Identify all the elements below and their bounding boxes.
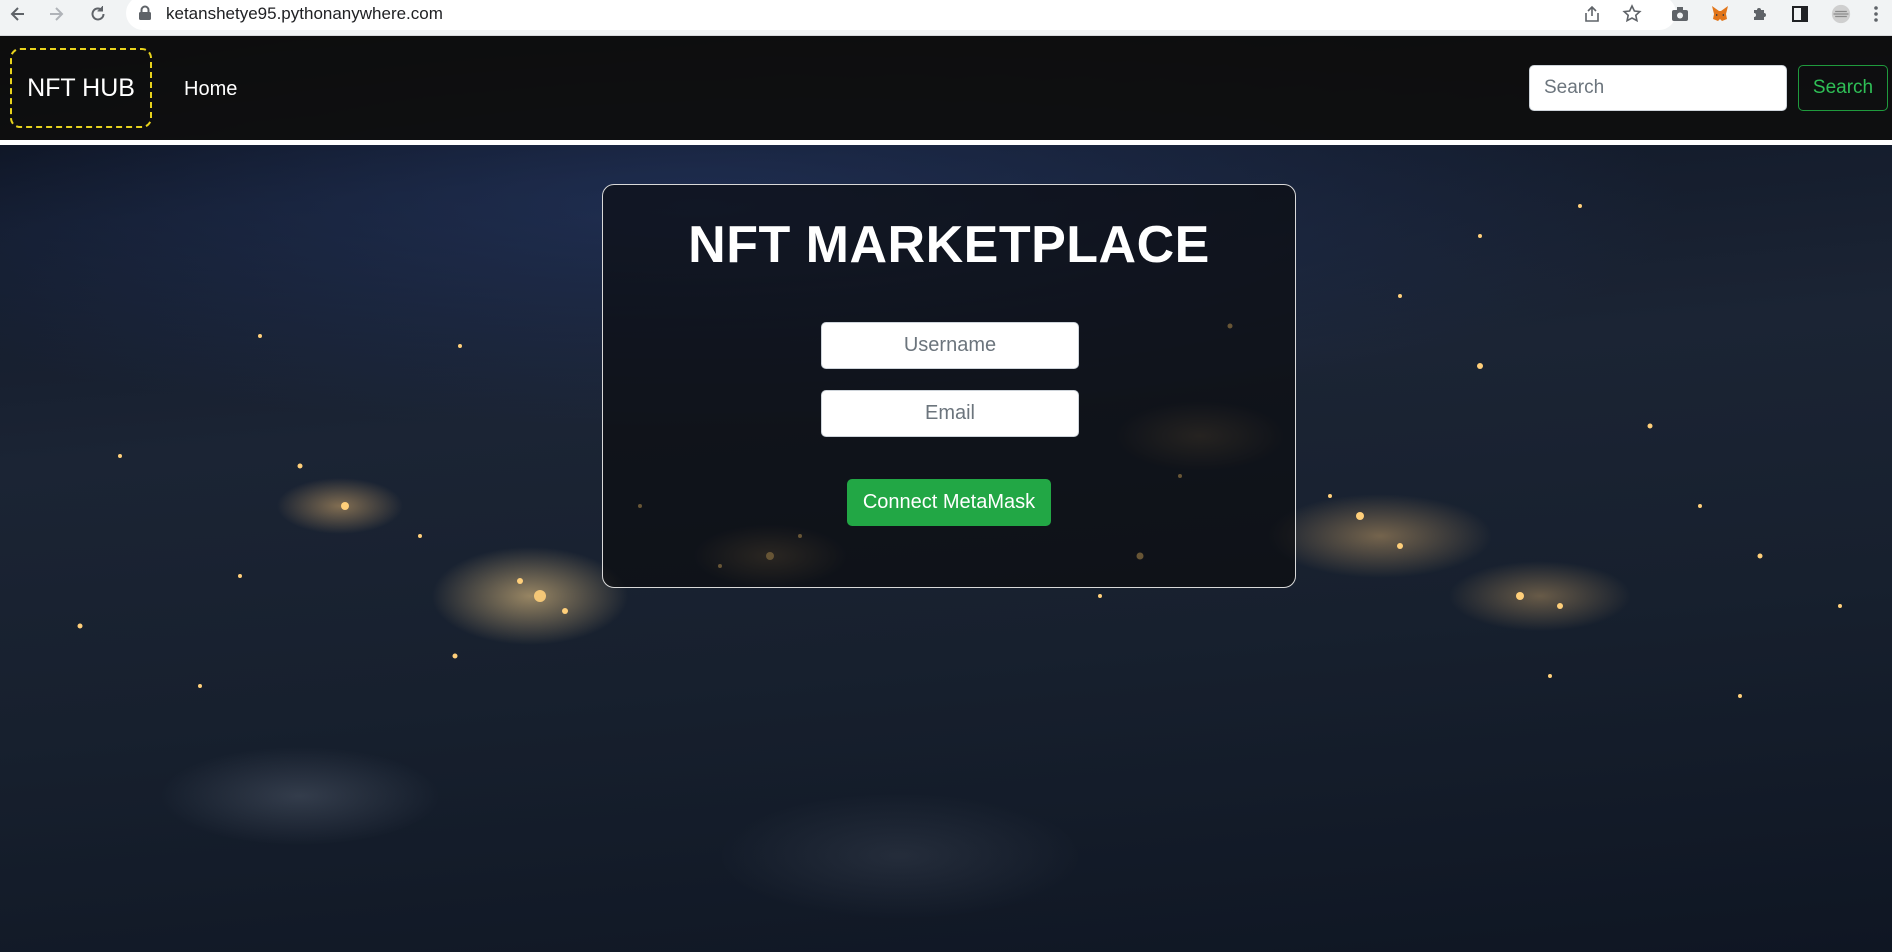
forward-icon[interactable] — [42, 0, 70, 28]
address-bar[interactable]: ketanshetye95.pythonanywhere.com — [126, 0, 1676, 30]
brand-logo[interactable]: NFT HUB — [10, 48, 152, 128]
navbar-divider — [0, 140, 1892, 145]
puzzle-icon[interactable] — [1748, 2, 1772, 26]
connect-metamask-button[interactable]: Connect MetaMask — [847, 479, 1051, 526]
back-icon[interactable] — [4, 0, 32, 28]
profile-avatar[interactable] — [1829, 2, 1853, 26]
reload-icon[interactable] — [84, 0, 112, 28]
search-input[interactable] — [1529, 65, 1787, 111]
share-icon[interactable] — [1580, 2, 1604, 26]
url-text[interactable]: ketanshetye95.pythonanywhere.com — [166, 4, 443, 24]
kebab-menu-icon[interactable] — [1864, 2, 1888, 26]
username-input[interactable] — [821, 322, 1079, 369]
email-input[interactable] — [821, 390, 1079, 437]
lock-icon — [138, 5, 152, 21]
metamask-fox-icon[interactable] — [1708, 2, 1732, 26]
browser-chrome: ketanshetye95.pythonanywhere.com — [0, 0, 1892, 36]
page-background: NFT HUB Home Search NFT MARKETPLACE Conn… — [0, 36, 1892, 952]
page-title: NFT MARKETPLACE — [688, 216, 1210, 274]
camera-icon[interactable] — [1668, 2, 1692, 26]
login-card: NFT MARKETPLACE Connect MetaMask — [602, 184, 1296, 588]
search-button[interactable]: Search — [1798, 65, 1888, 111]
nav-link-home[interactable]: Home — [184, 78, 237, 101]
top-navbar: NFT HUB Home Search — [0, 36, 1892, 140]
side-panel-icon[interactable] — [1788, 2, 1812, 26]
star-icon[interactable] — [1620, 2, 1644, 26]
